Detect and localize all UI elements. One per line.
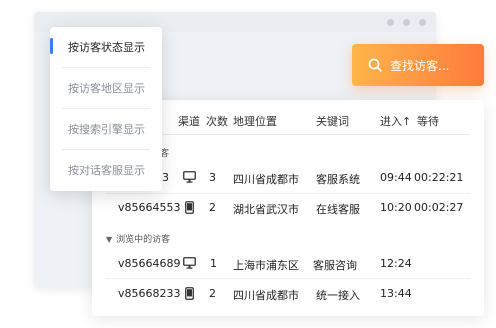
header-count[interactable]: 次数 bbox=[206, 113, 228, 129]
table-row[interactable]: v85668233 2 四川省成都市 统一接入 13:44 bbox=[92, 280, 484, 308]
keyword: 客服系统 bbox=[316, 173, 360, 186]
enter-time: 10:20 bbox=[380, 201, 412, 214]
menu-item-by-agent[interactable]: 按对话客服显示 bbox=[50, 150, 162, 190]
caret-down-icon: ▼ bbox=[106, 235, 113, 244]
visit-count: 1 bbox=[210, 257, 217, 270]
enter-time: 09:44 bbox=[380, 171, 412, 184]
enter-time: 12:24 bbox=[380, 257, 412, 270]
desktop-icon bbox=[183, 257, 196, 269]
menu-item-by-region[interactable]: 按访客地区显示 bbox=[50, 68, 162, 108]
table-row[interactable]: v85664553 2 湖北省武汉市 在线客服 10:20 00:02:27 bbox=[92, 194, 484, 222]
location: 四川省成都市 bbox=[233, 173, 299, 186]
keyword: 统一接入 bbox=[316, 289, 360, 302]
search-icon bbox=[368, 58, 382, 72]
menu-item-label: 按访客地区显示 bbox=[68, 82, 145, 95]
keyword: 在线客服 bbox=[316, 203, 360, 216]
location: 湖北省武汉市 bbox=[233, 203, 299, 216]
visit-count: 2 bbox=[209, 201, 216, 214]
wait-time: 00:02:27 bbox=[414, 201, 464, 214]
row-divider bbox=[106, 278, 470, 279]
group-label-browsing[interactable]: ▼ 浏览中的访客 bbox=[106, 232, 170, 245]
table-row[interactable]: v85664689 1 上海市浦东区 客服咨询 12:24 bbox=[92, 250, 484, 278]
wait-time: 00:22:21 bbox=[414, 171, 464, 184]
desktop-icon bbox=[183, 171, 196, 183]
header-channel[interactable]: 渠道 bbox=[178, 113, 200, 129]
visitor-id: v85664553 bbox=[118, 201, 181, 214]
location: 上海市浦东区 bbox=[233, 259, 299, 272]
header-keyword[interactable]: 关键词 bbox=[316, 113, 349, 129]
visitor-id: v85668233 bbox=[118, 287, 181, 300]
menu-item-label: 按对话客服显示 bbox=[68, 164, 145, 177]
mobile-icon bbox=[185, 287, 194, 300]
group-label-text: 浏览中的访客 bbox=[116, 235, 171, 245]
search-visitor-button[interactable]: 查找访客... bbox=[352, 44, 484, 86]
menu-item-by-search-engine[interactable]: 按搜索引擎显示 bbox=[50, 109, 162, 149]
window-dot-icon bbox=[403, 19, 410, 26]
visitor-id: 3 bbox=[162, 171, 169, 184]
header-enter-time[interactable]: 进入↑ bbox=[380, 113, 411, 129]
header-location[interactable]: 地理位置 bbox=[233, 113, 277, 129]
header-wait-time[interactable]: 等待 bbox=[417, 113, 439, 129]
menu-item-by-status[interactable]: 按访客状态显示 bbox=[50, 27, 162, 67]
active-indicator bbox=[50, 38, 53, 54]
mobile-icon bbox=[185, 201, 194, 214]
visit-count: 3 bbox=[209, 171, 216, 184]
visit-count: 2 bbox=[209, 287, 216, 300]
visitor-id: v85664689 bbox=[118, 257, 181, 270]
search-button-label: 查找访客... bbox=[390, 58, 450, 73]
menu-item-label: 按搜索引擎显示 bbox=[68, 123, 145, 136]
keyword: 客服咨询 bbox=[313, 259, 357, 272]
window-dot-icon bbox=[387, 19, 394, 26]
view-mode-menu: 按访客状态显示 按访客地区显示 按搜索引擎显示 按对话客服显示 bbox=[50, 27, 162, 191]
menu-item-label: 按访客状态显示 bbox=[68, 41, 145, 54]
location: 四川省成都市 bbox=[233, 289, 299, 302]
enter-time: 13:44 bbox=[380, 287, 412, 300]
window-dot-icon bbox=[419, 19, 426, 26]
